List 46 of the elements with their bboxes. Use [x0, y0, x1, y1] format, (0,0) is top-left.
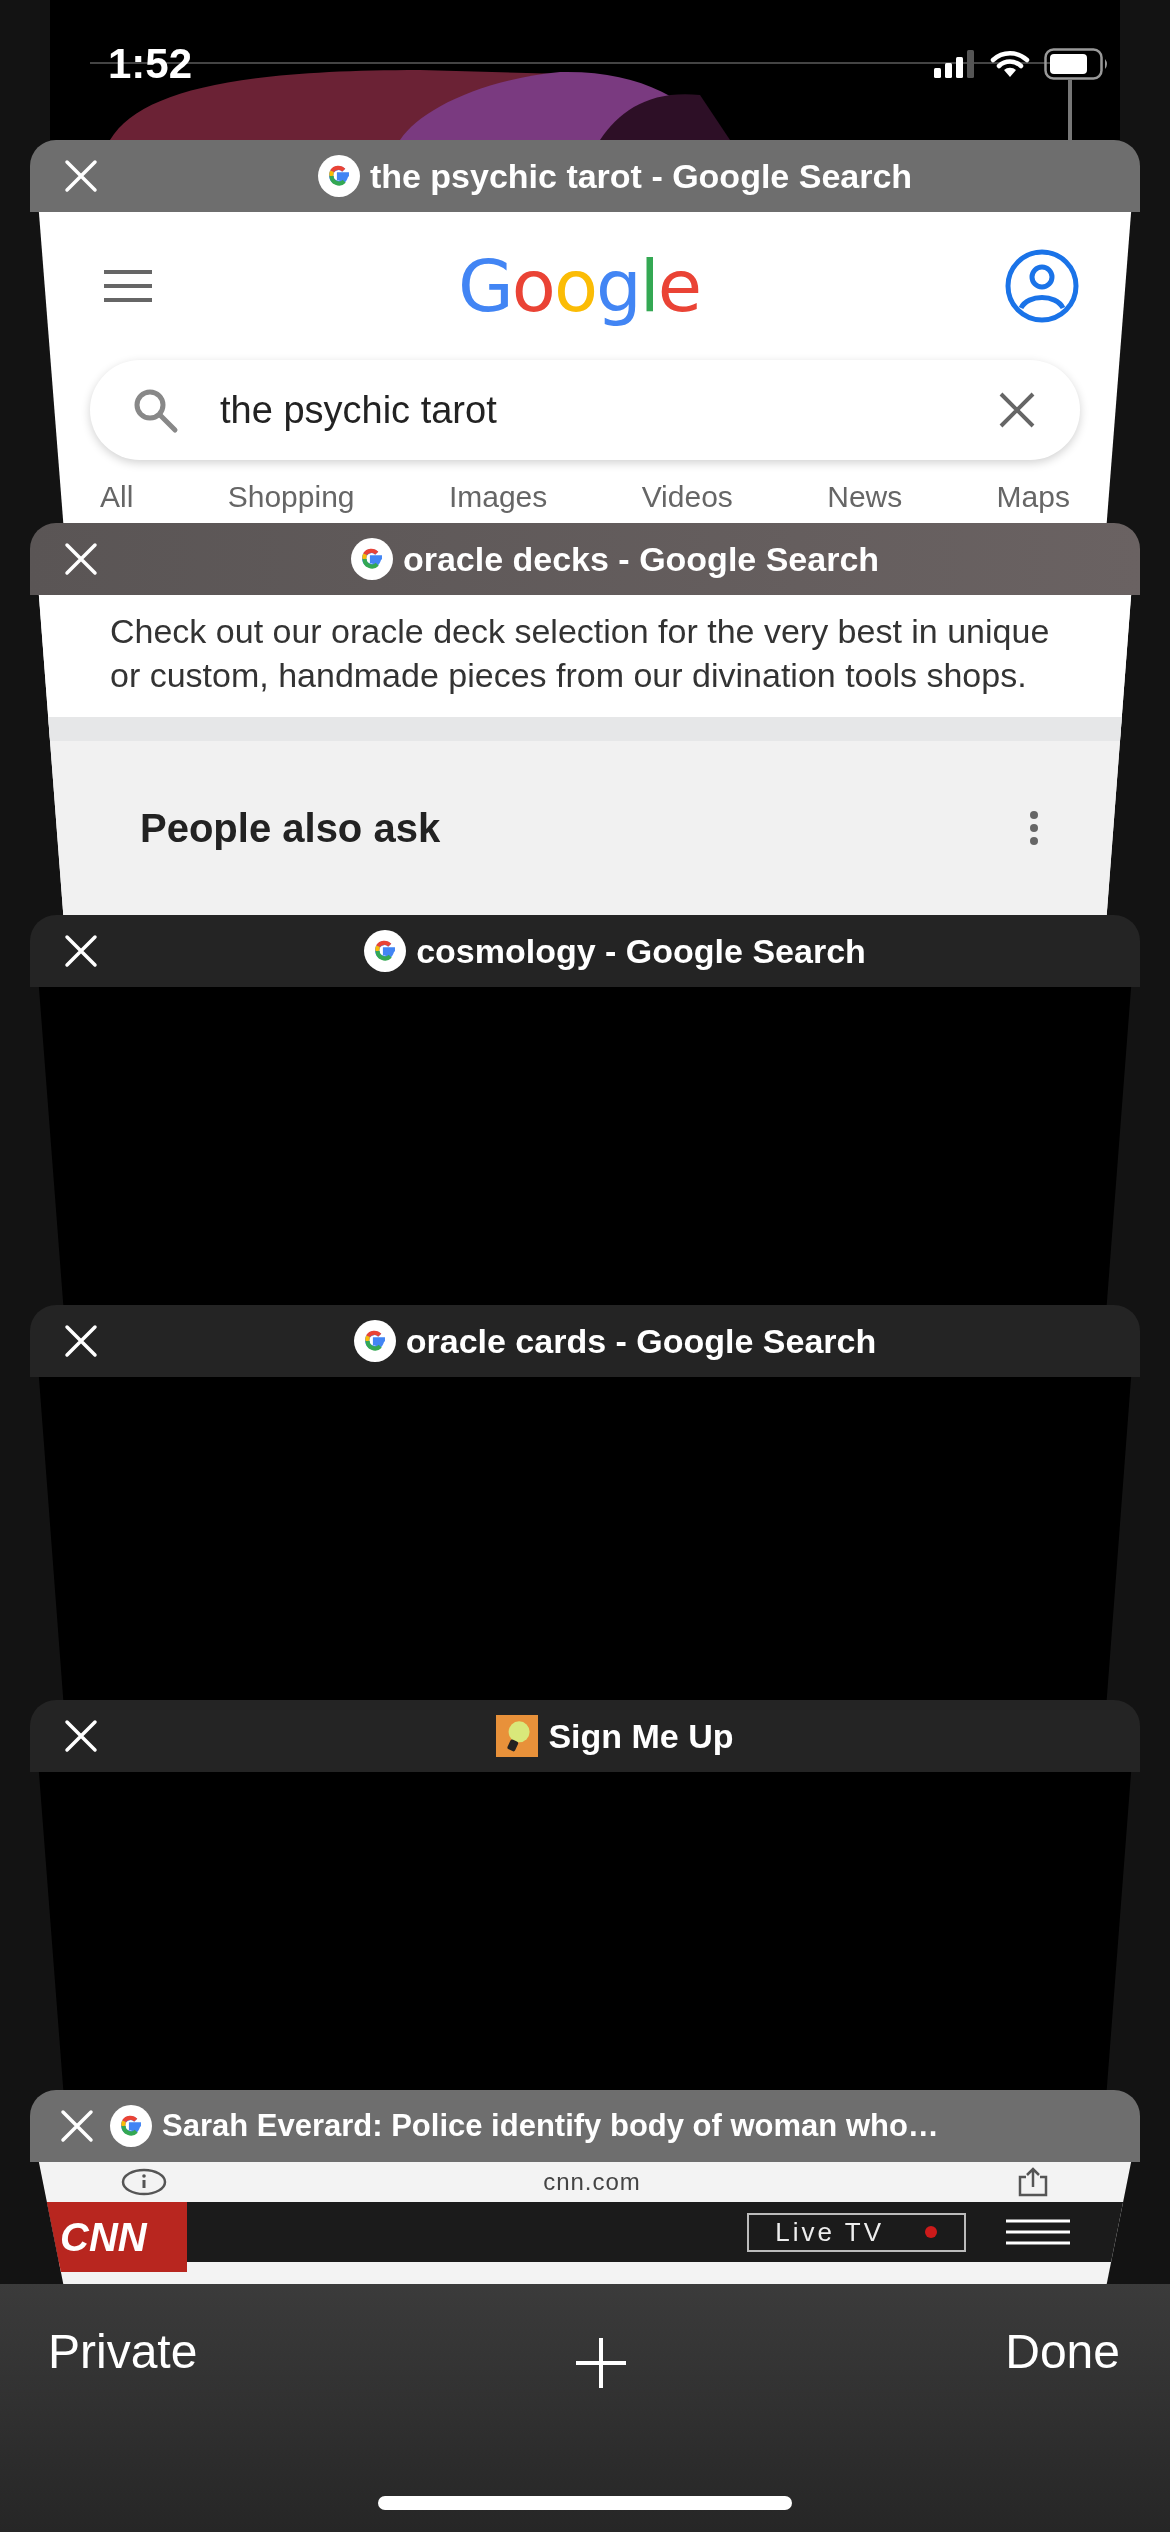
close-icon[interactable] — [64, 1324, 98, 1358]
filter-tab[interactable]: News — [827, 480, 903, 514]
tab-header[interactable]: Sign Me Up — [30, 1700, 1140, 1772]
google-favicon-icon — [110, 2105, 152, 2147]
live-dot-icon — [924, 2225, 938, 2239]
signal-icon — [934, 50, 976, 78]
search-field[interactable]: the psychic tarot — [90, 360, 1080, 460]
tab-title: oracle decks - Google Search — [402, 539, 880, 579]
wifi-icon — [990, 49, 1030, 79]
private-button[interactable]: Private — [48, 2324, 198, 2379]
url-text: cnn.com — [543, 2168, 641, 2196]
tab-title: Sign Me Up — [548, 1716, 734, 1756]
tab-title: oracle cards - Google Search — [405, 1321, 877, 1361]
section-heading: People also ask — [140, 805, 441, 851]
filter-tab[interactable]: All — [100, 480, 134, 514]
filter-tab[interactable]: Shopping — [227, 480, 355, 514]
close-icon[interactable] — [64, 934, 98, 968]
info-icon[interactable] — [120, 2167, 168, 2197]
tab-header[interactable]: oracle cards - Google Search — [30, 1305, 1140, 1377]
filter-tab[interactable]: Images — [448, 480, 548, 514]
google-favicon-icon — [350, 538, 393, 580]
share-icon[interactable] — [1016, 2167, 1050, 2197]
close-icon[interactable] — [64, 542, 98, 576]
google-logo: Google — [458, 244, 700, 328]
close-icon[interactable] — [64, 1719, 98, 1753]
lightbulb-icon — [496, 1715, 539, 1757]
filter-tab[interactable]: Videos — [641, 480, 733, 514]
tab-title: cosmology - Google Search — [416, 931, 866, 971]
tab-header[interactable]: Sarah Everard: Police identify body of woman who… — [30, 2090, 1140, 2162]
battery-icon — [1044, 48, 1110, 80]
google-favicon-icon — [364, 930, 407, 972]
tab-title: the psychic tarot - Google Search — [369, 156, 913, 196]
done-button[interactable]: Done — [1005, 2324, 1120, 2379]
tab-header[interactable]: the psychic tarot - Google Search — [30, 140, 1140, 212]
tab-title: Sarah Everard: Police identify body of woman who… — [162, 2108, 939, 2144]
plus-icon[interactable] — [574, 2336, 629, 2390]
google-favicon-icon — [317, 155, 360, 197]
google-favicon-icon — [353, 1320, 396, 1362]
account-icon[interactable] — [1004, 248, 1080, 324]
tab-header[interactable]: cosmology - Google Search — [30, 915, 1140, 987]
live-tv-button[interactable]: Live TV — [747, 2212, 966, 2252]
clear-icon[interactable] — [998, 391, 1036, 429]
tab-header[interactable]: oracle decks - Google Search — [30, 523, 1140, 595]
more-icon[interactable] — [1028, 810, 1040, 846]
filter-tab[interactable]: Maps — [996, 480, 1070, 514]
status-time: 1:52 — [108, 40, 193, 88]
